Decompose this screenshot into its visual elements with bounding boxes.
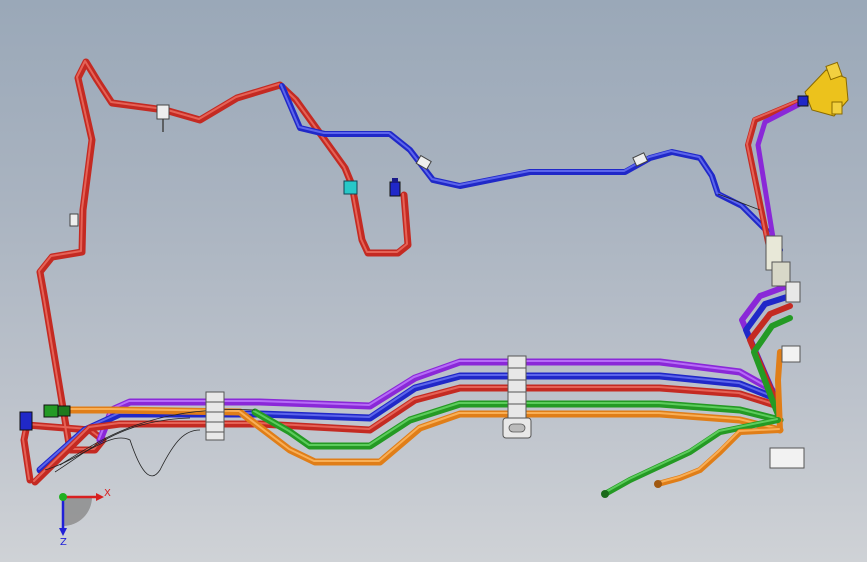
cyan-fitting[interactable] (343, 180, 358, 195)
blue-end-fitting[interactable] (389, 178, 401, 197)
z-axis-label: Z (60, 537, 67, 548)
orange-branch-end (654, 480, 662, 488)
green-branch-end (601, 490, 609, 498)
yellow-connector[interactable] (797, 61, 849, 117)
triad-plane (63, 497, 92, 526)
tube-assembly-drawing: X Z (19, 58, 849, 548)
clamp-mid-bundle[interactable] (502, 355, 532, 439)
clamp-left-bundle[interactable] (205, 391, 225, 441)
thin-wires (44, 193, 761, 477)
cad-viewport[interactable]: X Z (0, 0, 867, 562)
triad-origin (59, 493, 67, 501)
purple-bundle-tube[interactable] (96, 358, 776, 444)
axis-triad: X Z (59, 488, 111, 548)
x-axis-label: X (104, 488, 111, 499)
